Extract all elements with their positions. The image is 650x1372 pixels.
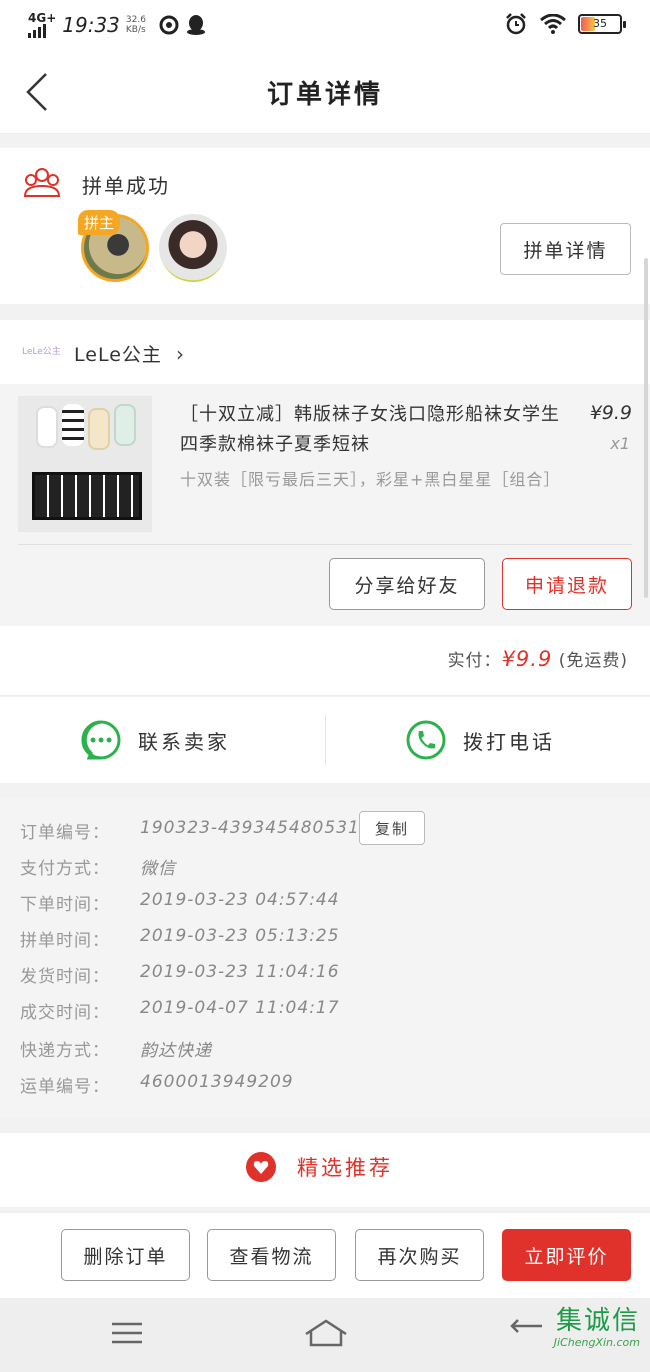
- store-logo: LeLe公主: [22, 347, 61, 357]
- product-spec: 十双装［限亏最后三天］，彩星+黑白星星［组合］: [180, 470, 561, 489]
- info-row-tracking-number: 运单编号： 4600013949209: [20, 1072, 294, 1097]
- watermark-logo: 集诚信 JiChengXin.com: [530, 1306, 640, 1349]
- call-phone-button[interactable]: 拨打电话: [405, 719, 555, 761]
- avatar-member: [159, 214, 227, 282]
- info-label: 成交时间：: [20, 1003, 110, 1023]
- menu-icon[interactable]: [110, 1318, 144, 1348]
- copy-button[interactable]: 复制: [359, 811, 425, 845]
- order-number: 190323-439345480531267: [140, 818, 396, 838]
- product-quantity: x1: [610, 434, 630, 453]
- watermark-text: 集诚信: [555, 1306, 640, 1336]
- refund-button[interactable]: 申请退款: [502, 558, 632, 610]
- chat-icon: [81, 720, 121, 760]
- view-logistics-button[interactable]: 查看物流: [207, 1229, 336, 1281]
- group-status: 拼单成功: [82, 174, 170, 198]
- phone-icon: [406, 720, 446, 760]
- weibo-icon: [159, 15, 179, 35]
- status-right: 35: [504, 12, 626, 36]
- delete-order-button[interactable]: 删除订单: [61, 1229, 190, 1281]
- share-button[interactable]: 分享给好友: [329, 558, 485, 610]
- review-button[interactable]: 立即评价: [502, 1229, 631, 1281]
- payment-summary: 实付：¥9.9 (免运费): [448, 646, 628, 671]
- product-thumbnail[interactable]: [18, 396, 152, 532]
- store-row[interactable]: LeLe公主 LeLe公主 ›: [0, 320, 650, 384]
- payment-label: 实付：: [447, 651, 502, 671]
- info-label: 拼单时间：: [20, 931, 110, 951]
- info-label: 支付方式：: [20, 859, 110, 879]
- clock-time: 19:33: [62, 13, 120, 37]
- group-time: 2019-03-23 05:13:25: [140, 926, 340, 946]
- info-label: 发货时间：: [20, 967, 110, 987]
- info-label: 下单时间：: [20, 895, 110, 915]
- recommend-title: 精选推荐: [245, 1151, 393, 1183]
- product-price: ¥9.9: [589, 402, 632, 424]
- network-type: 4G+: [28, 11, 57, 25]
- contact-seller-button[interactable]: 联系卖家: [80, 719, 230, 761]
- wifi-icon: [540, 14, 566, 34]
- scrollbar[interactable]: [644, 258, 648, 598]
- payment-method: 微信: [140, 859, 176, 879]
- heart-icon: [246, 1152, 276, 1182]
- info-row-deal-time: 成交时间： 2019-04-07 11:04:17: [20, 998, 340, 1023]
- info-label: 订单编号：: [20, 823, 110, 843]
- deal-time: 2019-04-07 11:04:17: [140, 998, 340, 1018]
- info-row-courier: 快递方式： 韵达快递: [20, 1036, 212, 1061]
- rebuy-button[interactable]: 再次购买: [355, 1229, 484, 1281]
- action-bar: 删除订单 查看物流 再次购买 立即评价: [0, 1212, 650, 1298]
- ship-time: 2019-03-23 11:04:16: [140, 962, 340, 982]
- system-nav-bar: 集诚信 JiChengXin.com: [0, 1298, 650, 1372]
- product-item[interactable]: ［十双立减］韩版袜子女浅口隐形船袜女学生四季款棉袜子夏季短袜 ¥9.9 x1 十…: [0, 384, 650, 626]
- payment-amount: ¥9.9: [501, 647, 553, 671]
- info-row-payment-method: 支付方式： 微信: [20, 854, 176, 879]
- qq-icon: [186, 15, 205, 35]
- divider: [325, 715, 326, 765]
- payment-note: (免运费): [558, 651, 628, 671]
- group-people-icon: [23, 168, 61, 197]
- contact-seller-label: 联系卖家: [138, 729, 230, 754]
- courier: 韵达快递: [140, 1041, 212, 1061]
- order-info: 订单编号： 190323-439345480531267 复制 支付方式： 微信…: [0, 798, 650, 1118]
- info-label: 运单编号：: [20, 1077, 110, 1097]
- chevron-right-icon[interactable]: ›: [176, 342, 184, 366]
- battery-percent: 35: [593, 17, 607, 30]
- recommend-header: 精选推荐: [0, 1133, 650, 1207]
- host-badge: 拼主: [78, 210, 121, 235]
- order-time: 2019-03-23 04:57:44: [140, 890, 340, 910]
- signal-icon: 4G+: [28, 12, 56, 38]
- contact-row: 联系卖家 拨打电话: [0, 697, 650, 783]
- group-detail-button[interactable]: 拼单详情: [500, 223, 631, 275]
- info-row-ship-time: 发货时间： 2019-03-23 11:04:16: [20, 962, 340, 987]
- tracking-number: 4600013949209: [140, 1072, 294, 1092]
- alarm-icon: [506, 13, 526, 35]
- battery-icon: 35: [578, 14, 626, 34]
- status-left: 4G+ 19:33 32.6 KB/s: [28, 12, 206, 38]
- info-label: 快递方式：: [20, 1041, 110, 1061]
- info-row-group-time: 拼单时间： 2019-03-23 05:13:25: [20, 926, 340, 951]
- payment-row: 实付：¥9.9 (免运费): [0, 626, 650, 696]
- store-name[interactable]: LeLe公主: [74, 340, 162, 367]
- home-icon[interactable]: [303, 1318, 349, 1348]
- watermark-url: JiChengXin.com: [553, 1336, 640, 1349]
- status-bar: 4G+ 19:33 32.6 KB/s 35: [0, 0, 650, 50]
- page-title: 订单详情: [266, 80, 383, 110]
- network-speed: 32.6 KB/s: [125, 15, 146, 35]
- group-buy-card: 拼单成功 拼主 拼单详情: [0, 148, 650, 304]
- call-phone-label: 拨打电话: [463, 729, 555, 754]
- title-bar: 订单详情: [0, 50, 650, 134]
- divider: [18, 544, 632, 545]
- info-row-order-number: 订单编号： 190323-439345480531267: [20, 818, 395, 843]
- info-row-order-time: 下单时间： 2019-03-23 04:57:44: [20, 890, 340, 915]
- product-title[interactable]: ［十双立减］韩版袜子女浅口隐形船袜女学生四季款棉袜子夏季短袜: [180, 400, 575, 460]
- recommend-label: 精选推荐: [297, 1156, 393, 1180]
